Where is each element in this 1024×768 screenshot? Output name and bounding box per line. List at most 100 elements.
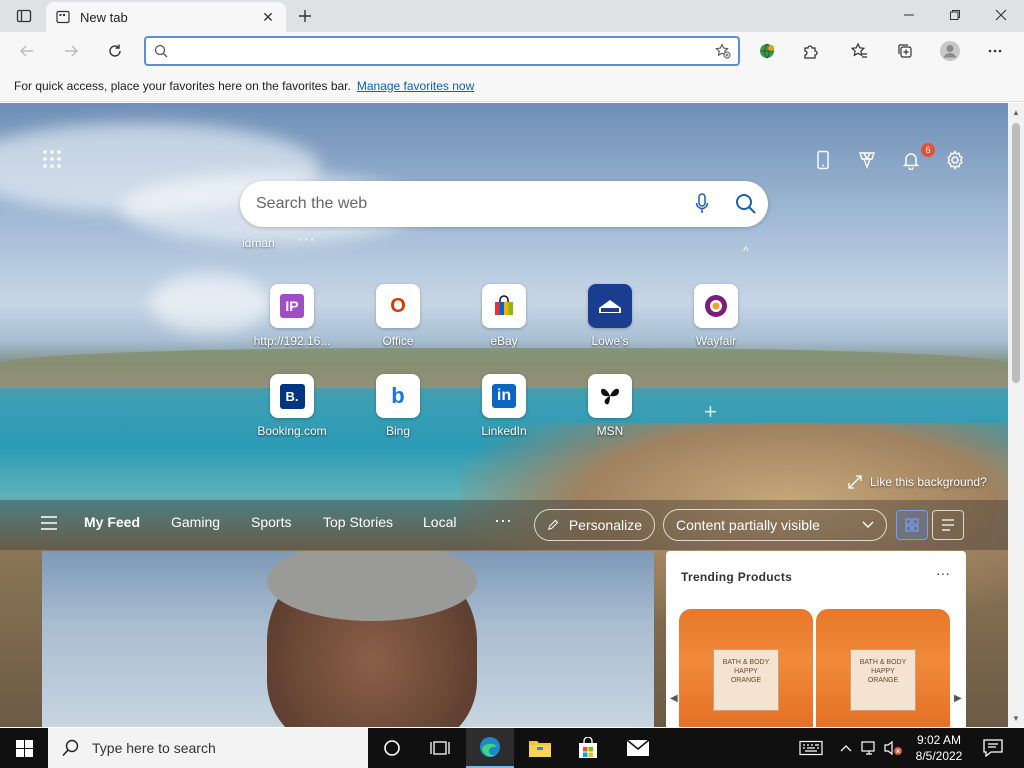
web-search-box[interactable] bbox=[240, 181, 768, 227]
scroll-down-icon[interactable]: ▼ bbox=[1008, 711, 1024, 725]
add-quick-link-button[interactable]: + bbox=[704, 399, 717, 425]
scroll-up-icon[interactable]: ▲ bbox=[1008, 105, 1024, 119]
quick-link-tile[interactable]: MSN bbox=[560, 374, 660, 438]
extension-globe-button[interactable] bbox=[752, 37, 782, 65]
list-view-button[interactable] bbox=[932, 510, 964, 540]
feed-menu-button[interactable] bbox=[40, 516, 60, 534]
search-submit-button[interactable] bbox=[724, 193, 768, 215]
page-scrollbar[interactable]: ▲ ▼ bbox=[1008, 103, 1024, 727]
minimize-icon bbox=[904, 14, 914, 16]
add-favorite-star-icon[interactable] bbox=[708, 43, 738, 59]
browser-tab[interactable]: New tab ✕ bbox=[46, 2, 286, 32]
trending-more-button[interactable]: ··· bbox=[936, 565, 950, 581]
tab-close-icon[interactable]: ✕ bbox=[260, 9, 276, 25]
page-settings-button[interactable] bbox=[942, 147, 968, 173]
cortana-button[interactable] bbox=[368, 728, 416, 768]
carousel-prev-icon[interactable]: ◀ bbox=[670, 693, 678, 704]
quick-link-tile[interactable]: IP http://192.16... bbox=[242, 284, 342, 348]
address-bar[interactable] bbox=[144, 36, 740, 66]
task-view-button[interactable] bbox=[416, 728, 464, 768]
feed-tab-top-stories[interactable]: Top Stories bbox=[323, 514, 393, 530]
bell-icon bbox=[902, 153, 920, 170]
restore-button[interactable] bbox=[932, 0, 978, 30]
feed-tab-gaming[interactable]: Gaming bbox=[171, 514, 220, 530]
extensions-button[interactable] bbox=[796, 37, 826, 65]
refresh-icon bbox=[109, 44, 121, 57]
quick-link-tile[interactable]: Wayfair bbox=[666, 284, 766, 348]
product-image[interactable]: BATH & BODY HAPPY ORANGE bbox=[679, 609, 813, 727]
avatar-icon bbox=[940, 41, 960, 61]
taskbar-mail[interactable] bbox=[614, 728, 662, 768]
rewards-button[interactable] bbox=[854, 147, 880, 173]
grid-view-button[interactable] bbox=[896, 510, 928, 540]
voice-search-button[interactable] bbox=[680, 193, 724, 215]
new-tab-button[interactable] bbox=[292, 4, 318, 28]
feed-more-button[interactable]: ··· bbox=[494, 510, 512, 531]
personalize-label: Personalize bbox=[568, 517, 642, 533]
list-view-icon bbox=[942, 519, 954, 531]
taskbar-search-box[interactable]: Type here to search bbox=[48, 728, 368, 768]
expand-icon bbox=[848, 475, 862, 489]
taskbar-clock[interactable]: 9:02 AM 8/5/2022 bbox=[904, 732, 974, 764]
title-bar: New tab ✕ bbox=[0, 0, 1024, 32]
account-name: idman bbox=[242, 236, 275, 250]
like-background-label: Like this background? bbox=[870, 475, 987, 489]
quick-links-more-button[interactable]: ··· bbox=[297, 231, 316, 249]
quick-link-label: http://192.16... bbox=[253, 334, 331, 348]
quick-link-tile[interactable]: b Bing bbox=[348, 374, 448, 438]
scrollbar-thumb[interactable] bbox=[1012, 123, 1020, 383]
profile-button[interactable] bbox=[935, 37, 965, 65]
quick-link-tile[interactable]: in LinkedIn bbox=[454, 374, 554, 438]
news-card-image[interactable] bbox=[42, 551, 654, 727]
back-button[interactable] bbox=[12, 37, 42, 65]
booking-icon: B. bbox=[270, 374, 314, 418]
collapse-quick-links-button[interactable]: ^ bbox=[743, 244, 749, 258]
feed-tab-local[interactable]: Local bbox=[423, 514, 456, 530]
close-icon bbox=[995, 9, 1007, 21]
taskbar-edge-app[interactable] bbox=[466, 728, 514, 768]
start-button[interactable] bbox=[0, 728, 48, 768]
mail-envelope-icon bbox=[626, 739, 650, 756]
notification-badge: 6 bbox=[921, 143, 935, 157]
quick-link-tile[interactable]: eBay bbox=[454, 284, 554, 348]
tray-show-hidden-icons[interactable] bbox=[836, 728, 856, 768]
grid-view-icon bbox=[905, 518, 919, 532]
like-background-button[interactable]: Like this background? bbox=[848, 475, 987, 489]
gear-icon bbox=[947, 150, 963, 170]
quick-link-label: Office bbox=[382, 334, 414, 348]
tray-keyboard-button[interactable] bbox=[796, 728, 826, 768]
close-window-button[interactable] bbox=[978, 0, 1024, 30]
feed-navigation-bar: My Feed Gaming Sports Top Stories Local … bbox=[0, 500, 1008, 550]
manage-favorites-link[interactable]: Manage favorites now bbox=[357, 79, 474, 93]
minimize-button[interactable] bbox=[886, 0, 932, 30]
network-icon bbox=[861, 741, 875, 755]
tray-volume-button[interactable] bbox=[882, 728, 904, 768]
quick-link-tile[interactable]: O Office bbox=[348, 284, 448, 348]
trending-products-card: Trending Products ··· ◀ BATH & BODY HAPP… bbox=[666, 551, 966, 727]
restore-icon bbox=[950, 10, 960, 20]
tray-network-button[interactable] bbox=[860, 728, 880, 768]
apps-launcher-button[interactable] bbox=[42, 149, 62, 169]
settings-and-more-button[interactable] bbox=[980, 37, 1010, 65]
feed-tab-sports[interactable]: Sports bbox=[251, 514, 291, 530]
tab-actions-button[interactable] bbox=[8, 4, 40, 28]
personalize-button[interactable]: Personalize bbox=[534, 509, 655, 541]
refresh-button[interactable] bbox=[100, 37, 130, 65]
taskbar-file-explorer[interactable] bbox=[516, 728, 564, 768]
carousel-next-icon[interactable]: ▶ bbox=[954, 693, 962, 704]
taskbar-microsoft-store[interactable] bbox=[564, 728, 612, 768]
action-center-button[interactable] bbox=[980, 728, 1006, 768]
quick-link-tile[interactable]: B. Booking.com bbox=[242, 374, 342, 438]
new-tab-page-icon bbox=[56, 10, 70, 24]
quick-link-tile[interactable]: Lowe's bbox=[560, 284, 660, 348]
address-input[interactable] bbox=[176, 39, 708, 63]
forward-button[interactable] bbox=[56, 37, 86, 65]
content-visibility-dropdown[interactable]: Content partially visible bbox=[663, 509, 887, 541]
web-search-input[interactable] bbox=[256, 195, 680, 213]
phone-button[interactable] bbox=[810, 147, 836, 173]
product-image[interactable]: BATH & BODY HAPPY ORANGE bbox=[816, 609, 950, 727]
favorites-button[interactable] bbox=[844, 37, 874, 65]
collections-button[interactable] bbox=[890, 37, 920, 65]
feed-tab-my-feed[interactable]: My Feed bbox=[84, 514, 140, 530]
phone-icon bbox=[817, 150, 829, 170]
